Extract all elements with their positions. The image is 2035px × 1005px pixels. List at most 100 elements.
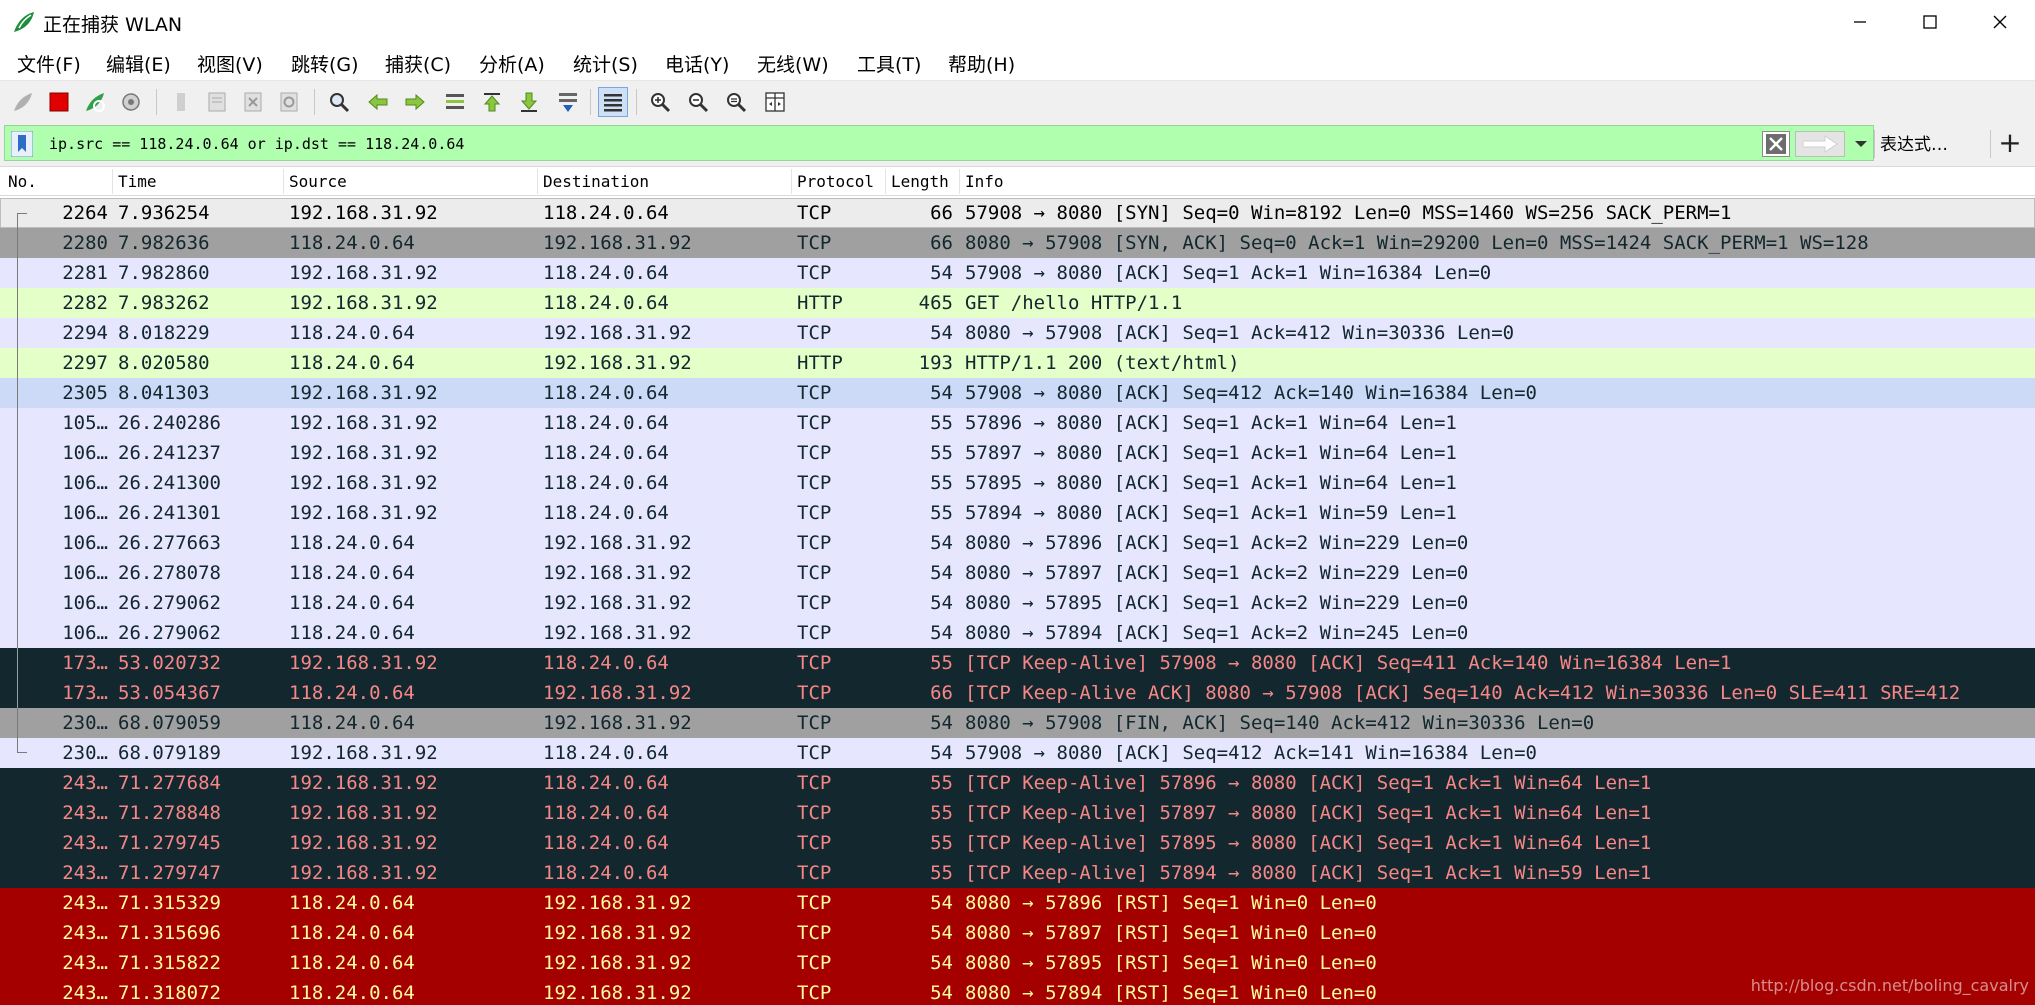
capture-options-button[interactable] — [116, 87, 146, 117]
auto-scroll-button[interactable] — [553, 87, 583, 117]
packet-row[interactable]: 243… 71.279745 192.168.31.92 118.24.0.64… — [0, 828, 2035, 858]
save-file-button[interactable] — [202, 87, 232, 117]
display-filter-input[interactable] — [49, 130, 1749, 158]
packet-row[interactable]: 2305 8.041303 192.168.31.92 118.24.0.64 … — [0, 378, 2035, 408]
filter-history-dropdown[interactable] — [1853, 135, 1869, 153]
packet-row[interactable]: 106… 26.278078 118.24.0.64 192.168.31.92… — [0, 558, 2035, 588]
packet-row[interactable]: 173… 53.054367 118.24.0.64 192.168.31.92… — [0, 678, 2035, 708]
colorize-button[interactable] — [598, 87, 628, 117]
packet-time: 68.079059 — [118, 712, 221, 734]
go-forward-button[interactable] — [400, 87, 430, 117]
menu-go[interactable]: 跳转(G) — [291, 50, 359, 77]
packet-no: 243… — [62, 832, 108, 854]
packet-no: 106… — [62, 592, 108, 614]
packet-destination: 118.24.0.64 — [543, 382, 669, 404]
column-divider[interactable] — [885, 169, 886, 194]
packet-row[interactable]: 243… 71.315822 118.24.0.64 192.168.31.92… — [0, 948, 2035, 978]
menu-file[interactable]: 文件(F) — [17, 50, 81, 77]
packet-info: 57896 → 8080 [ACK] Seq=1 Ack=1 Win=64 Le… — [965, 412, 1457, 434]
packet-source: 192.168.31.92 — [289, 742, 438, 764]
last-packet-button[interactable] — [514, 87, 544, 117]
packet-row[interactable]: 173… 53.020732 192.168.31.92 118.24.0.64… — [0, 648, 2035, 678]
add-filter-button[interactable]: + — [1996, 126, 2024, 159]
close-file-button[interactable] — [238, 87, 268, 117]
menu-edit[interactable]: 编辑(E) — [106, 50, 171, 77]
packet-row[interactable]: 106… 26.279062 118.24.0.64 192.168.31.92… — [0, 618, 2035, 648]
resize-columns-icon — [765, 92, 785, 112]
menu-wireless[interactable]: 无线(W) — [757, 50, 829, 77]
packet-time: 7.982860 — [118, 262, 210, 284]
first-packet-button[interactable] — [477, 87, 507, 117]
packet-row[interactable]: 106… 26.241301 192.168.31.92 118.24.0.64… — [0, 498, 2035, 528]
packet-row[interactable]: 106… 26.241237 192.168.31.92 118.24.0.64… — [0, 438, 2035, 468]
packet-no: 243… — [62, 922, 108, 944]
packet-row[interactable]: 243… 71.277684 192.168.31.92 118.24.0.64… — [0, 768, 2035, 798]
column-header-info[interactable]: Info — [965, 172, 1004, 191]
bookmark-icon[interactable] — [11, 131, 33, 157]
column-header-length[interactable]: Length — [891, 172, 949, 191]
menu-telephony[interactable]: 电话(Y) — [665, 50, 729, 77]
column-divider[interactable] — [112, 169, 113, 194]
packet-length: 66 — [930, 202, 953, 224]
packet-row[interactable]: 230… 68.079059 118.24.0.64 192.168.31.92… — [0, 708, 2035, 738]
column-header-source[interactable]: Source — [289, 172, 347, 191]
packet-no: 243… — [62, 802, 108, 824]
packet-row[interactable]: 243… 71.315696 118.24.0.64 192.168.31.92… — [0, 918, 2035, 948]
packet-row[interactable]: 2264 7.936254 192.168.31.92 118.24.0.64 … — [0, 198, 2035, 228]
arrow-down-icon — [520, 92, 538, 112]
toolbar-separator — [156, 89, 157, 115]
go-back-button[interactable] — [363, 87, 393, 117]
packet-row[interactable]: 2294 8.018229 118.24.0.64 192.168.31.92 … — [0, 318, 2035, 348]
column-header-time[interactable]: Time — [118, 172, 157, 191]
expression-button[interactable]: 表达式… — [1880, 130, 1948, 155]
menu-tools[interactable]: 工具(T) — [857, 50, 921, 77]
go-to-packet-button[interactable] — [440, 87, 470, 117]
menu-capture[interactable]: 捕获(C) — [385, 50, 451, 77]
close-button[interactable] — [1965, 0, 2035, 44]
maximize-button[interactable] — [1895, 0, 1965, 44]
packet-row[interactable]: 106… 26.279062 118.24.0.64 192.168.31.92… — [0, 588, 2035, 618]
menu-help[interactable]: 帮助(H) — [948, 50, 1015, 77]
menu-statistics[interactable]: 统计(S) — [573, 50, 638, 77]
stop-capture-button[interactable] — [44, 87, 74, 117]
packet-no: 2264 — [62, 202, 108, 224]
normal-size-button[interactable] — [721, 87, 751, 117]
column-header-destination[interactable]: Destination — [543, 172, 649, 191]
packet-row[interactable]: 230… 68.079189 192.168.31.92 118.24.0.64… — [0, 738, 2035, 768]
save-icon — [208, 92, 226, 112]
packet-row[interactable]: 243… 71.278848 192.168.31.92 118.24.0.64… — [0, 798, 2035, 828]
packet-row[interactable]: 106… 26.241300 192.168.31.92 118.24.0.64… — [0, 468, 2035, 498]
packet-row[interactable]: 243… 71.279747 192.168.31.92 118.24.0.64… — [0, 858, 2035, 888]
restart-capture-button[interactable] — [80, 87, 110, 117]
packet-row[interactable]: 2297 8.020580 118.24.0.64 192.168.31.92 … — [0, 348, 2035, 378]
column-divider[interactable] — [537, 169, 538, 194]
packet-protocol: TCP — [797, 652, 832, 674]
menu-view[interactable]: 视图(V) — [197, 50, 263, 77]
packet-row[interactable]: 2281 7.982860 192.168.31.92 118.24.0.64 … — [0, 258, 2035, 288]
packet-row[interactable]: 2280 7.982636 118.24.0.64 192.168.31.92 … — [0, 228, 2035, 258]
reload-file-button[interactable] — [274, 87, 304, 117]
packet-no: 173… — [62, 682, 108, 704]
column-divider[interactable] — [959, 169, 960, 194]
resize-columns-button[interactable] — [760, 87, 790, 117]
minimize-button[interactable] — [1825, 0, 1895, 44]
packet-row[interactable]: 243… 71.315329 118.24.0.64 192.168.31.92… — [0, 888, 2035, 918]
start-capture-button[interactable] — [8, 87, 38, 117]
packet-row[interactable]: 105… 26.240286 192.168.31.92 118.24.0.64… — [0, 408, 2035, 438]
menu-analyze[interactable]: 分析(A) — [479, 50, 545, 77]
column-header-no[interactable]: No. — [8, 172, 37, 191]
open-file-button[interactable] — [166, 87, 196, 117]
column-divider[interactable] — [791, 169, 792, 194]
packet-row[interactable]: 243… 71.318072 118.24.0.64 192.168.31.92… — [0, 978, 2035, 1005]
zoom-out-button[interactable] — [683, 87, 713, 117]
packet-row[interactable]: 2282 7.983262 192.168.31.92 118.24.0.64 … — [0, 288, 2035, 318]
packet-row[interactable]: 106… 26.277663 118.24.0.64 192.168.31.92… — [0, 528, 2035, 558]
apply-filter-button[interactable] — [1795, 131, 1845, 157]
column-divider[interactable] — [283, 169, 284, 194]
packet-length: 55 — [930, 652, 953, 674]
find-packet-button[interactable] — [324, 87, 354, 117]
column-header-protocol[interactable]: Protocol — [797, 172, 874, 191]
clear-filter-button[interactable] — [1762, 131, 1790, 157]
zoom-in-button[interactable] — [645, 87, 675, 117]
packet-source: 192.168.31.92 — [289, 382, 438, 404]
